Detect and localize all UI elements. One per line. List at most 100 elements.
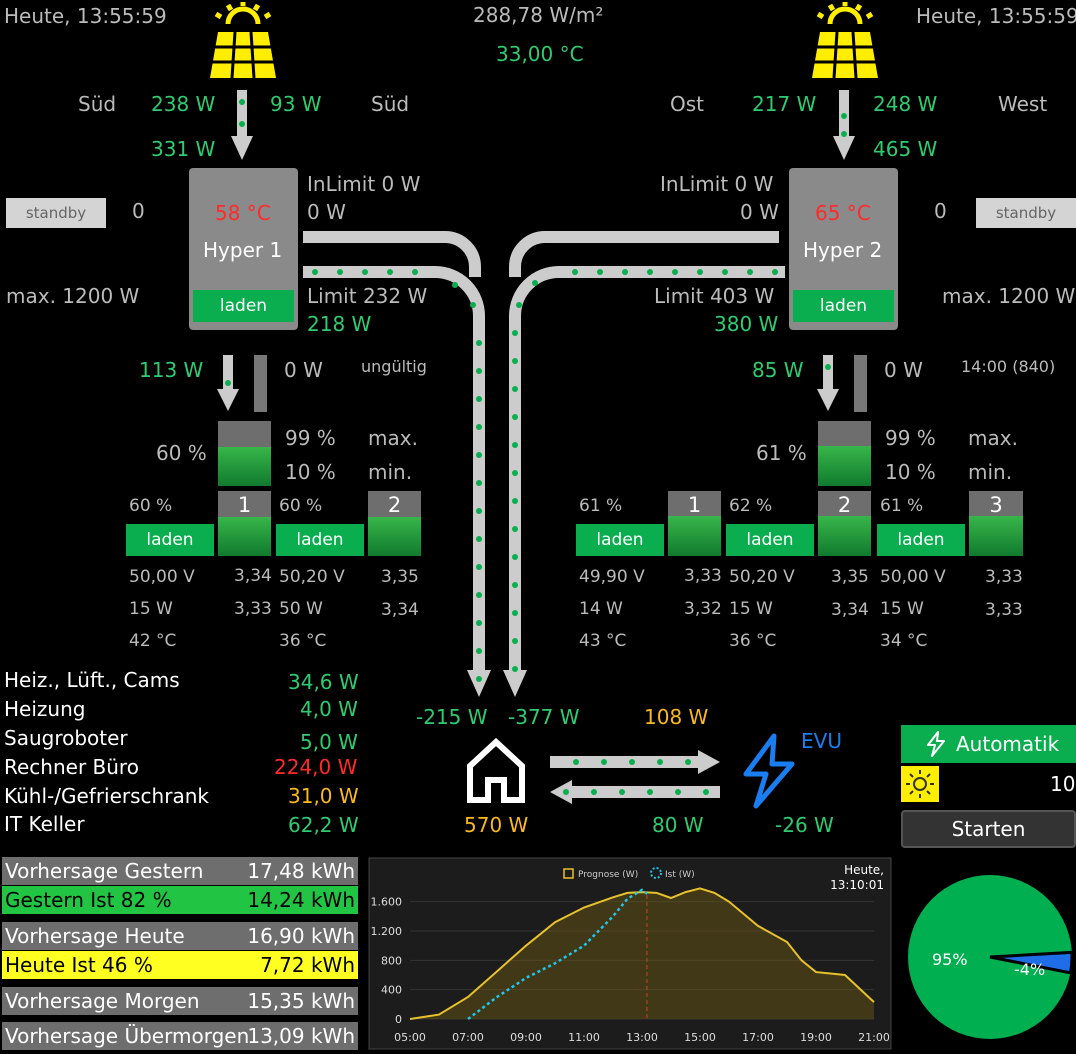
x-tick-label: 15:00 — [684, 1031, 716, 1044]
h2-pack2-cell: 2 — [818, 491, 871, 556]
x-tick-label: 17:00 — [742, 1031, 774, 1044]
consumer-value: 62,2 W — [288, 813, 359, 837]
h2-standby-button[interactable]: standby — [976, 198, 1076, 228]
y-tick-label: 800 — [381, 954, 402, 967]
h2-label-right: West — [998, 92, 1048, 116]
forecast-label: Vorhersage Gestern — [5, 859, 204, 883]
forecast-label: Heute Ist 46 % — [5, 953, 153, 977]
lightning-icon — [743, 733, 795, 809]
irradiance: 288,78 W/m² — [473, 3, 604, 27]
consumer-value: 31,0 W — [288, 784, 359, 808]
house-icon — [467, 738, 525, 803]
sun-icon — [901, 766, 939, 802]
house-flow-2: -377 W — [508, 705, 580, 729]
h1-soc: 60 % — [156, 441, 207, 465]
grid-net: -26 W — [775, 813, 834, 837]
y-tick-label: 400 — [381, 984, 402, 997]
consumer-value: 4,0 W — [300, 697, 358, 721]
h1-in-value: 0 W — [307, 200, 346, 224]
h2-pv-total: 465 W — [873, 137, 938, 161]
consumer-name: Heizung — [4, 697, 86, 721]
forecast-value: 15,35 kWh — [247, 989, 355, 1013]
h2-in-value: 0 W — [740, 200, 779, 224]
h1-label-right: Süd — [371, 92, 410, 116]
forecast-label: Vorhersage Übermorgen — [5, 1024, 250, 1048]
h1-pv-left: 238 W — [151, 92, 216, 116]
pie-label: 95% — [932, 950, 968, 969]
h2-discharge-bar — [854, 355, 867, 412]
pack-number: 1 — [237, 493, 252, 517]
solar-panel-icon — [812, 2, 878, 79]
house-consumption: 570 W — [464, 813, 529, 837]
h1-max: max. 1200 W — [6, 284, 140, 308]
consumer-value: 224,0 W — [274, 755, 358, 779]
grid-feed-in: 108 W — [644, 705, 709, 729]
h1-label-left: Süd — [78, 92, 117, 116]
forecast-value: 16,90 kWh — [247, 924, 355, 948]
h1-charge-power: 113 W — [139, 358, 204, 382]
h1-soc-bar — [218, 421, 271, 486]
legend-label: Prognose (W) — [578, 870, 638, 880]
y-tick-label: 0 — [395, 1013, 402, 1026]
x-tick-label: 05:00 — [394, 1031, 426, 1044]
h2-charge-arrow — [817, 355, 839, 411]
h1-pack1-cell: 1 — [218, 491, 271, 556]
h1-pack1-power: 15 W — [129, 599, 173, 619]
h2-pv-right: 248 W — [873, 92, 938, 116]
h2-pack3-cell: 3 — [969, 491, 1023, 556]
h2-temp: 65 °C — [815, 201, 871, 225]
h1-mode-button[interactable]: laden — [193, 290, 294, 322]
pie-label: -4% — [1014, 960, 1045, 979]
forecast-label: Vorhersage Morgen — [5, 989, 200, 1013]
h1-pack1-voltage: 50,00 V — [129, 567, 195, 587]
h2-pack2-cell-hi: 3,35 — [831, 567, 869, 587]
solar-panel-icon — [210, 2, 276, 79]
forecast-row: Vorhersage Morgen 15,35 kWh — [2, 987, 358, 1015]
h1-pack1-cell-lo: 3,33 — [234, 599, 272, 619]
h2-pack3-voltage: 50,00 V — [880, 567, 946, 587]
h2-label-left: Ost — [670, 92, 705, 116]
forecast-row: Vorhersage Übermorgen 13,09 kWh — [2, 1022, 358, 1050]
h1-pack1-mode-button[interactable]: laden — [126, 524, 214, 556]
h1-standby-button[interactable]: standby — [6, 198, 106, 228]
x-tick-label: 07:00 — [452, 1031, 484, 1044]
h2-standby-value: 0 — [934, 199, 947, 223]
h2-min-label: min. — [968, 460, 1013, 484]
x-tick-label: 09:00 — [510, 1031, 542, 1044]
y-tick-label: 1.600 — [371, 896, 403, 909]
pack-number: 3 — [989, 493, 1003, 517]
h2-soc-bar — [818, 421, 871, 486]
y-tick-label: 1.200 — [371, 925, 403, 938]
h1-name: Hyper 1 — [203, 238, 283, 262]
automatik-label: Automatik — [956, 732, 1060, 756]
autarky-pie-chart: 95% -4% — [908, 875, 1074, 1039]
consumer-name: Kühl-/Gefrierschrank — [4, 784, 209, 808]
h1-discharge-bar — [254, 355, 267, 412]
h1-pack1-cell-hi: 3,34 — [234, 566, 272, 586]
h1-inlimit: InLimit 0 W — [307, 172, 421, 196]
h2-pv-left: 217 W — [752, 92, 817, 116]
start-button[interactable]: Starten — [901, 810, 1076, 848]
h2-max: max. 1200 W — [942, 284, 1076, 308]
flow-pipes — [303, 231, 785, 697]
h1-pv-total: 331 W — [151, 137, 216, 161]
forecast-value: 17,48 kWh — [247, 859, 355, 883]
forecast-row: Vorhersage Gestern 17,48 kWh — [2, 857, 358, 885]
forecast-row: Vorhersage Heute 16,90 kWh — [2, 922, 358, 950]
x-tick-label: 11:00 — [568, 1031, 600, 1044]
consumer-value: 5,0 W — [300, 730, 358, 754]
h2-status: 14:00 (840) — [961, 357, 1056, 376]
pv-forecast-chart: 0 400 800 1.200 1.600 05:00 07:00 09:00 11:00 13:… — [368, 857, 892, 1050]
h1-standby-value: 0 — [132, 199, 145, 223]
x-tick-label: 19:00 — [800, 1031, 832, 1044]
h1-pv-right: 93 W — [270, 92, 322, 116]
forecast-row: Gestern Ist 82 % 14,24 kWh — [2, 886, 358, 914]
automatik-button[interactable]: Automatik — [901, 725, 1076, 763]
h2-soc-max: 99 % — [885, 426, 936, 450]
consumer-name: IT Keller — [4, 812, 85, 836]
consumer-name: Saugroboter — [4, 726, 128, 750]
h2-mode-button[interactable]: laden — [793, 290, 894, 322]
h2-pack3-mode-button[interactable]: laden — [877, 524, 965, 556]
x-tick-label: 21:00 — [858, 1031, 890, 1044]
h1-temp: 58 °C — [215, 201, 271, 225]
